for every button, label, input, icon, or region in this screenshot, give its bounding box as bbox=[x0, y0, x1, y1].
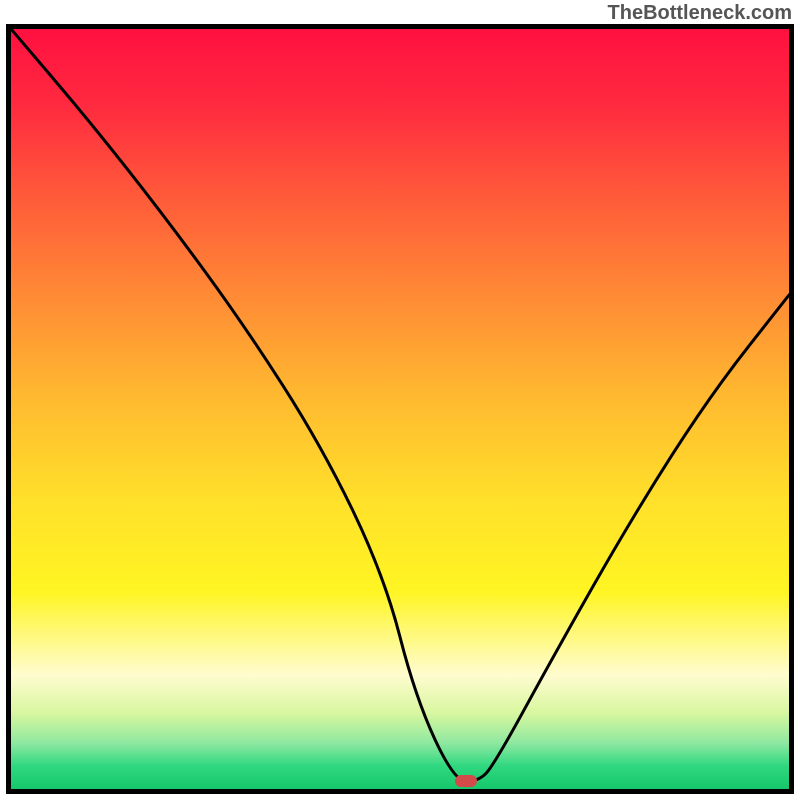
attribution-text: TheBottleneck.com bbox=[608, 2, 792, 25]
plot-area bbox=[6, 24, 794, 794]
curve-path bbox=[11, 29, 789, 781]
bottleneck-marker bbox=[455, 775, 477, 787]
chart-curve bbox=[11, 29, 789, 789]
chart-container: TheBottleneck.com bbox=[0, 0, 800, 800]
